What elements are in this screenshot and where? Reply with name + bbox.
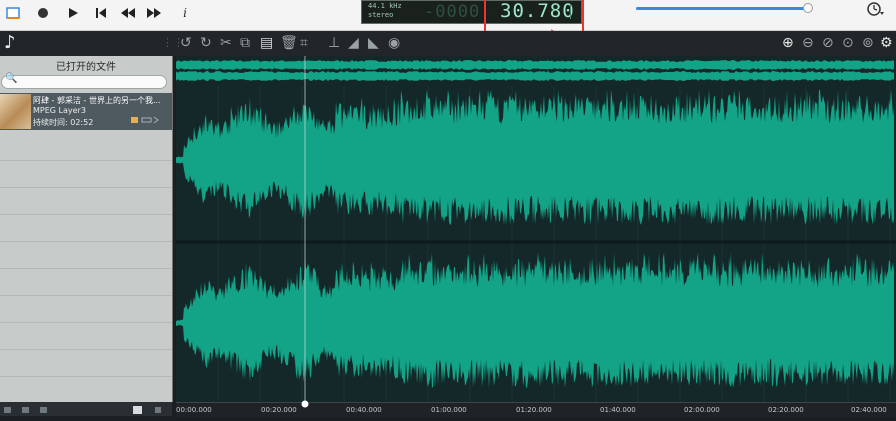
overview-waveform-right <box>176 71 894 81</box>
search-icon: 🔍 <box>5 73 18 84</box>
audio-format-readout: 44.1 kHz stereo <box>368 2 402 20</box>
grid-view-icon[interactable] <box>22 407 29 413</box>
fade-in-icon[interactable]: ◢ <box>348 34 359 52</box>
music-note-icon: ♪ <box>4 32 16 53</box>
waveform-view[interactable] <box>176 56 896 402</box>
panel-title: 已打开的文件 <box>56 62 116 73</box>
channel-mode: stereo <box>368 11 394 19</box>
delete-icon[interactable]: 🗑 <box>280 34 298 52</box>
zoom-selection-icon[interactable]: ⊘ <box>822 34 834 52</box>
top-control-bar: i 44.1 kHz stereo -0000 30.780 <box>0 0 896 31</box>
file-format: MPEG Layer3 <box>33 106 86 115</box>
rewind-icon[interactable] <box>118 2 138 24</box>
settings-icon[interactable]: ⚙ <box>880 34 893 52</box>
copy-icon[interactable]: ⧉ <box>240 34 250 52</box>
list-divider <box>0 349 172 350</box>
time-label: 02:40.000 <box>851 406 887 414</box>
detail-view-icon[interactable] <box>40 407 47 413</box>
zoom-full-icon[interactable]: ⊚ <box>862 34 874 52</box>
time-label: 02:00.000 <box>684 406 720 414</box>
normalize-icon[interactable]: ⊥ <box>328 34 340 52</box>
list-divider <box>0 160 172 161</box>
image-view-icon[interactable] <box>133 406 142 414</box>
list-divider <box>0 322 172 323</box>
file-name: 阿肆 - 郭采洁 - 世界上的另一个我... <box>33 96 161 105</box>
open-files-panel: 已打开的文件 🔍 阿肆 - 郭采洁 - 世界上的另一个我... MPEG Lay… <box>0 56 173 402</box>
sample-rate: 44.1 kHz <box>368 2 402 10</box>
list-divider <box>0 214 172 215</box>
album-art-thumbnail <box>0 94 31 129</box>
time-ruler: 00:00.000 00:20.000 00:40.000 01:00.000 … <box>176 399 896 417</box>
time-label: 00:40.000 <box>346 406 382 414</box>
annotation-highlight-box <box>484 0 584 35</box>
fast-forward-icon[interactable] <box>144 2 164 24</box>
file-status-icons <box>131 116 161 126</box>
overview-waveform-left <box>176 60 894 70</box>
effects-icon[interactable]: ◉ <box>388 34 400 52</box>
play-icon[interactable] <box>64 2 82 24</box>
time-label: 00:20.000 <box>261 406 297 414</box>
time-label: 00:00.000 <box>176 406 212 414</box>
zoom-out-icon[interactable]: ⊖ <box>802 34 814 52</box>
fade-out-icon[interactable]: ◣ <box>368 34 379 52</box>
history-icon[interactable] <box>866 1 884 21</box>
list-divider <box>0 268 172 269</box>
volume-slider-track[interactable] <box>636 7 808 10</box>
edit-toolbar: ♪ ⋮⋮ ↺ ↻ ✂ ⧉ ▤ 🗑 ⌗ ⊥ ◢ ◣ ◉ ⊕ ⊖ ⊘ ⊙ ⊚ ⚙ <box>0 31 896 56</box>
list-divider <box>0 187 172 188</box>
time-label: 01:40.000 <box>600 406 636 414</box>
cut-icon[interactable]: ✂ <box>220 34 232 52</box>
time-label: 01:20.000 <box>516 406 552 414</box>
list-divider <box>0 295 172 296</box>
search-input[interactable]: 🔍 <box>1 73 167 89</box>
playhead-marker-icon[interactable] <box>300 399 310 409</box>
paste-icon[interactable]: ▤ <box>260 34 273 52</box>
list-view-icon[interactable] <box>4 407 11 413</box>
list-divider <box>0 241 172 242</box>
compact-view-icon[interactable] <box>155 407 161 413</box>
time-label: 01:00.000 <box>431 406 467 414</box>
file-list-item[interactable]: 阿肆 - 郭采洁 - 世界上的另一个我... MPEG Layer3 持续时间:… <box>0 93 172 130</box>
file-duration: 持续时间: 02:52 <box>33 118 94 127</box>
list-divider <box>0 376 172 377</box>
zoom-in-icon[interactable]: ⊕ <box>782 34 794 52</box>
zoom-fit-icon[interactable]: ⊙ <box>842 34 854 52</box>
panel-view-controls <box>0 402 172 416</box>
new-file-icon[interactable] <box>4 2 22 24</box>
redo-icon[interactable]: ↻ <box>200 34 212 52</box>
volume-slider-handle[interactable] <box>803 3 813 13</box>
info-icon[interactable]: i <box>178 2 192 24</box>
skip-to-start-icon[interactable] <box>92 2 110 24</box>
record-icon[interactable] <box>34 2 52 24</box>
crop-icon[interactable]: ⌗ <box>300 34 308 52</box>
time-label: 02:20.000 <box>768 406 804 414</box>
undo-icon[interactable]: ↺ <box>180 34 192 52</box>
inactive-digits: -0000 <box>424 2 481 22</box>
